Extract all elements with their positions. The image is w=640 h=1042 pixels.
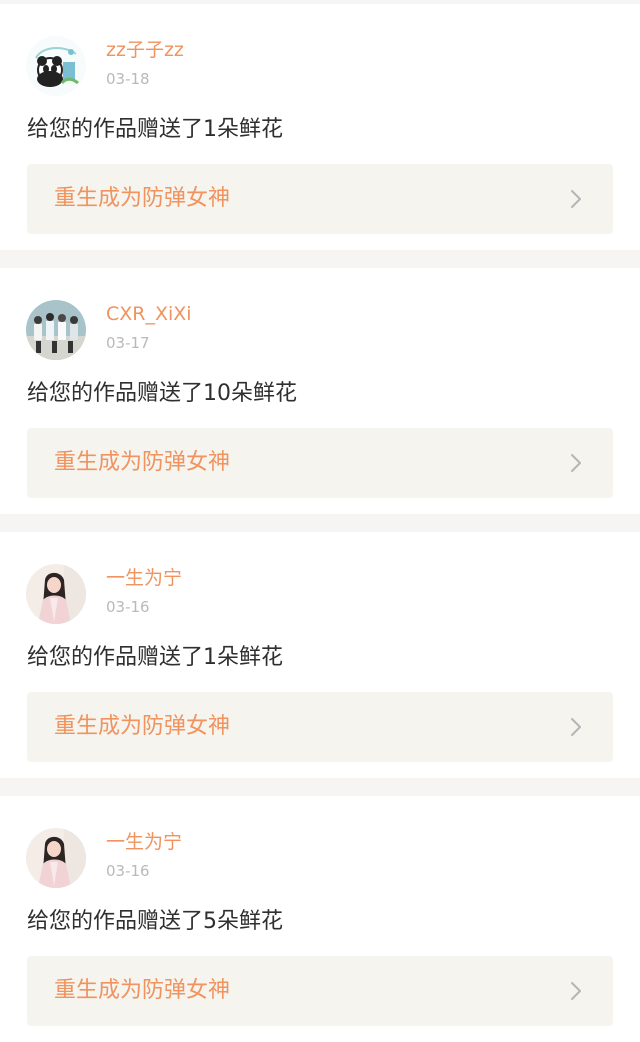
username[interactable]: zz子子zz [106,38,184,62]
chevron-right-icon [571,190,581,208]
gift-message: 给您的作品赠送了5朵鲜花 [27,909,283,934]
notification-card: CXR_XiXi 03-17 给您的作品赠送了10朵鲜花 重生成为防弹女神 [0,268,640,514]
group-photo-avatar-icon[interactable] [26,300,86,360]
notification-card: 一生为宁 03-16 给您的作品赠送了5朵鲜花 重生成为防弹女神 [0,796,640,1042]
gift-message: 给您的作品赠送了10朵鲜花 [27,381,297,406]
notification-card: zz子子zz 03-18 给您的作品赠送了1朵鲜花 重生成为防弹女神 [0,4,640,250]
work-title: 重生成为防弹女神 [54,450,231,475]
date: 03-18 [106,70,150,88]
username[interactable]: 一生为宁 [106,830,182,854]
gift-message: 给您的作品赠送了1朵鲜花 [27,645,283,670]
girl-portrait-avatar-icon[interactable] [26,828,86,888]
work-title: 重生成为防弹女神 [54,978,231,1003]
work-title: 重生成为防弹女神 [54,186,231,211]
chevron-right-icon [571,718,581,736]
work-link[interactable]: 重生成为防弹女神 [27,692,613,762]
date: 03-16 [106,598,150,616]
panda-avatar-icon[interactable] [26,36,86,96]
work-link[interactable]: 重生成为防弹女神 [27,956,613,1026]
date: 03-16 [106,862,150,880]
notification-card: 一生为宁 03-16 给您的作品赠送了1朵鲜花 重生成为防弹女神 [0,532,640,778]
work-title: 重生成为防弹女神 [54,714,231,739]
work-link[interactable]: 重生成为防弹女神 [27,428,613,498]
username[interactable]: 一生为宁 [106,566,182,590]
username[interactable]: CXR_XiXi [106,302,192,326]
girl-portrait-avatar-icon[interactable] [26,564,86,624]
gift-message: 给您的作品赠送了1朵鲜花 [27,117,283,142]
chevron-right-icon [571,982,581,1000]
date: 03-17 [106,334,150,352]
chevron-right-icon [571,454,581,472]
work-link[interactable]: 重生成为防弹女神 [27,164,613,234]
